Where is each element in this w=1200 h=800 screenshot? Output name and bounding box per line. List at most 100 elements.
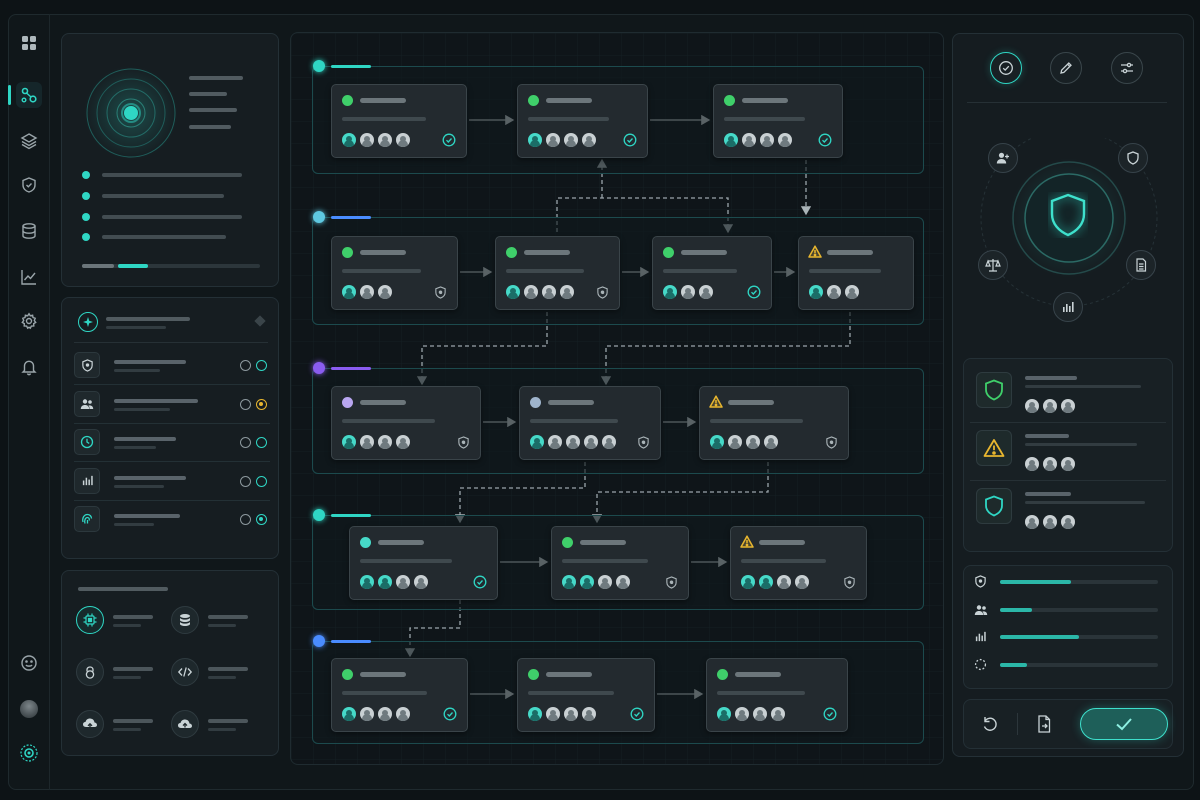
workflow-step-card[interactable] bbox=[517, 658, 655, 732]
diamond-icon[interactable] bbox=[254, 315, 266, 327]
policy-row[interactable] bbox=[74, 387, 270, 421]
bell-icon[interactable] bbox=[16, 354, 42, 380]
list-bullet bbox=[82, 171, 90, 179]
step-title bbox=[546, 98, 592, 103]
workflow-step-card[interactable] bbox=[519, 386, 661, 460]
workflow-step-card[interactable] bbox=[349, 526, 498, 600]
toggle-radio[interactable] bbox=[256, 514, 267, 525]
avatar bbox=[746, 435, 760, 449]
stat-bar-track bbox=[1000, 580, 1158, 584]
shield-icon[interactable] bbox=[976, 488, 1012, 524]
status-dot bbox=[530, 397, 541, 408]
policy-row[interactable] bbox=[74, 464, 270, 498]
step-description bbox=[360, 559, 452, 563]
confirm-check-icon[interactable] bbox=[1080, 708, 1168, 740]
policy-row[interactable] bbox=[74, 425, 270, 459]
step-title bbox=[360, 672, 406, 677]
shield-icon bbox=[664, 575, 678, 589]
icon-rail bbox=[8, 14, 50, 790]
workflow-step-card[interactable] bbox=[713, 84, 843, 158]
toggle-radio[interactable] bbox=[256, 437, 267, 448]
avatar bbox=[342, 435, 356, 449]
toggle-radio[interactable] bbox=[240, 398, 251, 410]
export-icon[interactable] bbox=[1034, 714, 1054, 734]
gear-icon[interactable] bbox=[16, 308, 42, 334]
avatar bbox=[528, 707, 542, 721]
assignee-avatars bbox=[528, 133, 596, 147]
bar-chart-icon[interactable] bbox=[1053, 292, 1083, 322]
check-circle-icon[interactable] bbox=[990, 52, 1022, 84]
assignee-avatars bbox=[741, 575, 809, 589]
sliders-icon[interactable] bbox=[1111, 52, 1143, 84]
list-bullet bbox=[82, 213, 90, 221]
avatar bbox=[524, 285, 538, 299]
avatar bbox=[546, 133, 560, 147]
toggle-radio[interactable] bbox=[256, 398, 267, 410]
assignee-avatars bbox=[1025, 457, 1075, 471]
toggle-radio[interactable] bbox=[256, 475, 267, 487]
workflow-step-card[interactable] bbox=[652, 236, 772, 310]
policy-row[interactable] bbox=[74, 502, 270, 536]
service-label bbox=[208, 615, 248, 619]
workflow-step-card[interactable] bbox=[706, 658, 848, 732]
workflow-step-card[interactable] bbox=[331, 386, 481, 460]
policy-row[interactable] bbox=[74, 348, 270, 382]
workflow-step-card[interactable] bbox=[730, 526, 867, 600]
status-dot bbox=[342, 95, 353, 106]
lock-icon[interactable] bbox=[76, 658, 104, 686]
code-icon[interactable] bbox=[171, 658, 199, 686]
chip-icon[interactable] bbox=[76, 606, 104, 634]
toggle-radio[interactable] bbox=[240, 475, 251, 487]
workflow-step-card[interactable] bbox=[798, 236, 914, 310]
pencil-icon[interactable] bbox=[1050, 52, 1082, 84]
list-item bbox=[102, 215, 242, 219]
avatar bbox=[396, 133, 410, 147]
database-icon[interactable] bbox=[16, 218, 42, 244]
assignee-avatars bbox=[342, 133, 410, 147]
workflow-step-card[interactable] bbox=[699, 386, 849, 460]
database-icon[interactable] bbox=[171, 606, 199, 634]
document-icon[interactable] bbox=[1126, 250, 1156, 280]
workflow-step-card[interactable] bbox=[331, 658, 468, 732]
workflow-icon[interactable] bbox=[8, 82, 42, 108]
check-circle-icon bbox=[630, 707, 644, 721]
avatar bbox=[360, 575, 374, 589]
toggle-radio[interactable] bbox=[240, 437, 251, 448]
undo-icon[interactable] bbox=[980, 714, 1000, 734]
shield-icon[interactable] bbox=[16, 172, 42, 198]
avatar bbox=[753, 707, 767, 721]
chart-icon[interactable] bbox=[16, 264, 42, 290]
cloud-upload-icon[interactable] bbox=[76, 710, 104, 738]
avatar bbox=[580, 575, 594, 589]
stat-line bbox=[189, 76, 243, 80]
smiley-icon[interactable] bbox=[16, 650, 42, 676]
step-description bbox=[342, 419, 435, 423]
step-title bbox=[546, 672, 592, 677]
avatar bbox=[342, 285, 356, 299]
grid-icon[interactable] bbox=[16, 30, 42, 56]
stat-bar-fill bbox=[1000, 635, 1079, 639]
status-dot bbox=[360, 537, 371, 548]
shield-icon[interactable] bbox=[976, 372, 1012, 408]
cloud-icon[interactable] bbox=[171, 710, 199, 738]
warning-icon[interactable] bbox=[976, 430, 1012, 466]
toggle-radio[interactable] bbox=[240, 514, 251, 525]
settings-dial-icon[interactable] bbox=[16, 740, 42, 766]
avatar bbox=[548, 435, 562, 449]
add-user-icon[interactable] bbox=[988, 143, 1018, 173]
toggle-radio[interactable] bbox=[256, 360, 267, 371]
workflow-step-card[interactable] bbox=[517, 84, 648, 158]
workflow-step-card[interactable] bbox=[495, 236, 620, 310]
avatar[interactable] bbox=[16, 696, 42, 722]
scale-icon[interactable] bbox=[978, 250, 1008, 280]
avatar bbox=[777, 575, 791, 589]
assignee-avatars bbox=[342, 435, 410, 449]
workflow-step-card[interactable] bbox=[331, 84, 467, 158]
layers-icon[interactable] bbox=[16, 128, 42, 154]
assignee-avatars bbox=[1025, 515, 1075, 529]
shield-icon[interactable] bbox=[1118, 143, 1148, 173]
avatar bbox=[827, 285, 841, 299]
workflow-step-card[interactable] bbox=[551, 526, 689, 600]
toggle-radio[interactable] bbox=[240, 360, 251, 371]
workflow-step-card[interactable] bbox=[331, 236, 458, 310]
